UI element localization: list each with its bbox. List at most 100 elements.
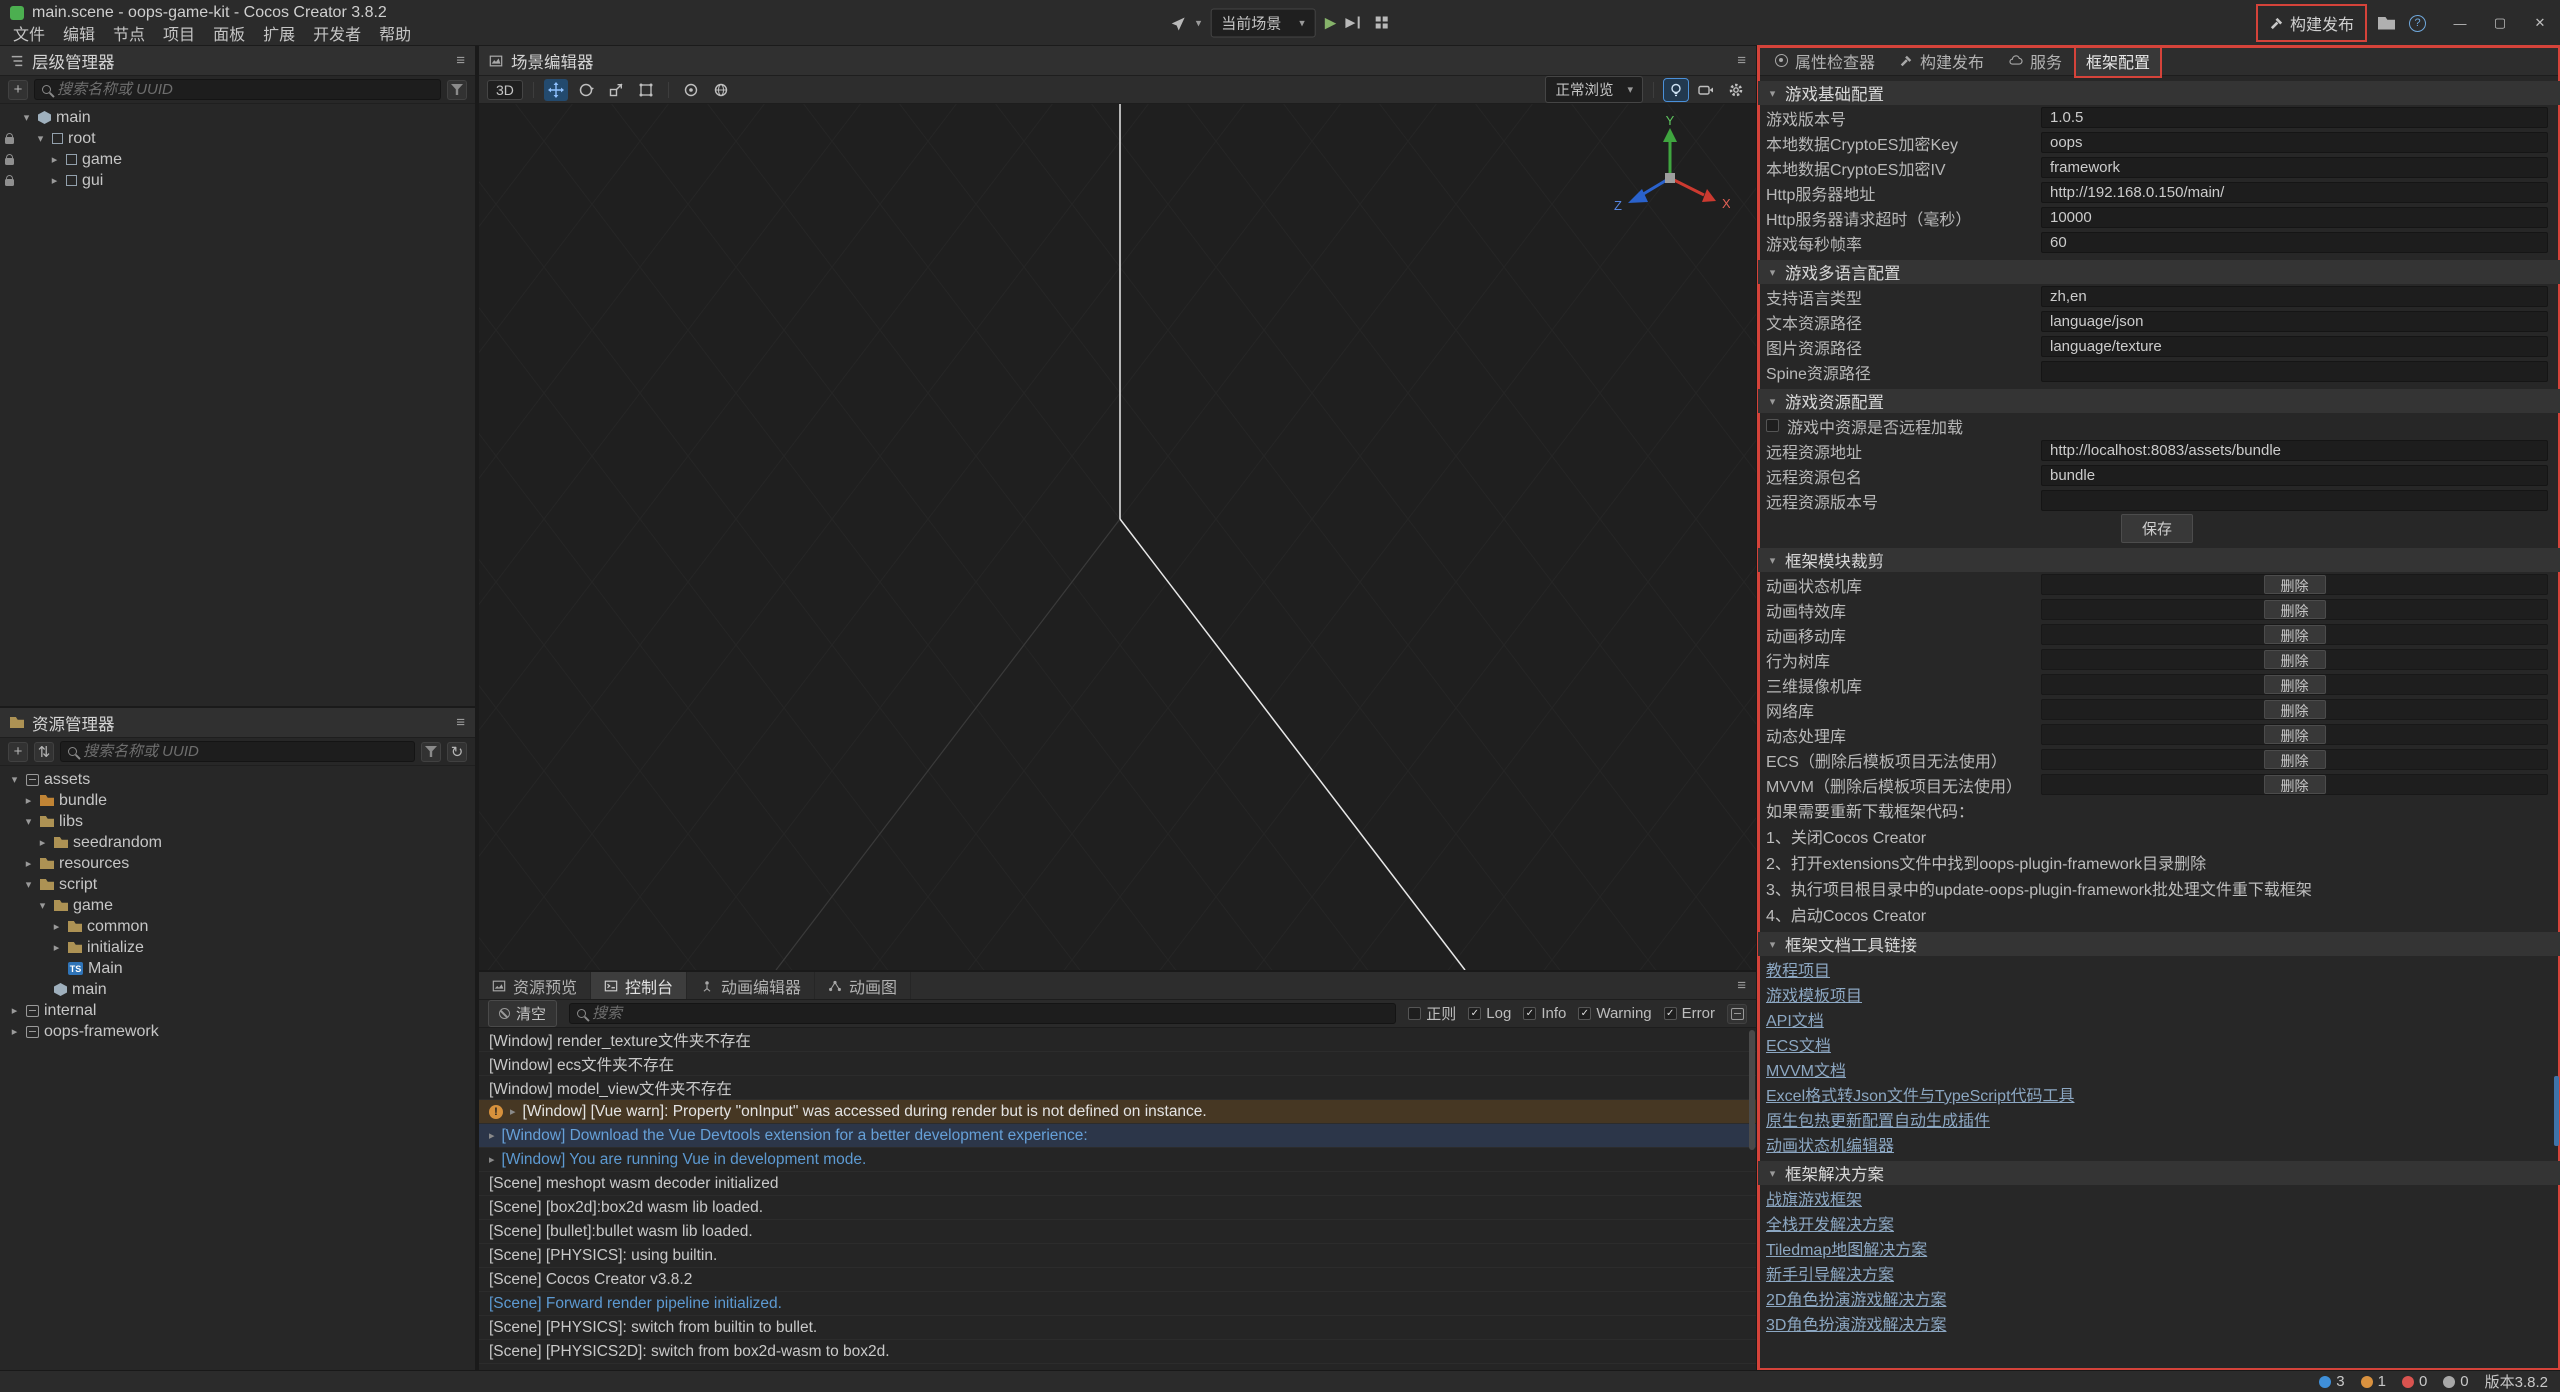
collapse-identical-icon[interactable] xyxy=(1727,1004,1747,1024)
network-lib-delete-button[interactable]: 删除 xyxy=(2264,700,2326,719)
minimize-button[interactable]: — xyxy=(2440,0,2480,46)
preview-platform-icon[interactable] xyxy=(1171,15,1187,31)
remote-resource-address-input[interactable] xyxy=(2041,440,2548,461)
assets-search-input[interactable] xyxy=(83,743,407,760)
scene-select[interactable]: 当前场景 ▾ xyxy=(1210,8,1316,37)
maximize-button[interactable]: ▢ xyxy=(2480,0,2520,46)
light-toggle-button[interactable] xyxy=(1664,79,1688,101)
tab-console[interactable]: 控制台 xyxy=(591,972,687,999)
section-header-game-resource-config[interactable]: ▾游戏资源配置 xyxy=(1758,389,2560,413)
move-lib-delete-button[interactable]: 删除 xyxy=(2264,625,2326,644)
filter-error[interactable]: Error xyxy=(1664,1005,1715,1022)
chevron-down-icon[interactable]: ▾ xyxy=(22,878,35,891)
log-row[interactable]: !▸[Window] [Vue warn]: Property "onInput… xyxy=(479,1100,1756,1124)
tree-item-oops-framework[interactable]: ▸oops-framework xyxy=(0,1021,475,1042)
text-resource-path-input[interactable] xyxy=(2041,311,2548,332)
http-timeout-input[interactable] xyxy=(2041,207,2548,228)
link-newbie-guide[interactable]: 新手引导解决方案 xyxy=(1766,1261,1894,1285)
log-row[interactable]: [Scene] Forward render pipeline initiali… xyxy=(479,1292,1756,1316)
pivot-toggle-button[interactable] xyxy=(679,79,703,101)
assets-filter-button[interactable] xyxy=(421,742,441,762)
tree-item-libs[interactable]: ▾libs xyxy=(0,811,475,832)
remote-resource-version-input[interactable] xyxy=(2041,490,2548,511)
rect-tool-button[interactable] xyxy=(634,79,658,101)
hierarchy-filter-button[interactable] xyxy=(447,80,467,100)
link-animator-editor[interactable]: 动画状态机编辑器 xyxy=(1766,1132,1894,1156)
log-row[interactable]: [Scene] [box2d]:box2d wasm lib loaded. xyxy=(479,1196,1756,1220)
tree-item-Main[interactable]: TSMain xyxy=(0,958,475,979)
error-counter[interactable]: 0 xyxy=(2402,1373,2427,1390)
link-hot-update-plugin[interactable]: 原生包热更新配置自动生成插件 xyxy=(1766,1107,1990,1131)
play-button[interactable]: ▶ xyxy=(1325,14,1337,32)
log-row[interactable]: [Scene] [PHYSICS2D]: switch from box2d-w… xyxy=(479,1340,1756,1364)
menu-file[interactable]: 文件 xyxy=(4,21,54,45)
animator-lib-delete-button[interactable]: 删除 xyxy=(2264,575,2326,594)
warning-counter[interactable]: 1 xyxy=(2361,1373,2386,1390)
tree-item-game[interactable]: ▸game xyxy=(0,149,475,170)
open-project-folder-icon[interactable] xyxy=(2378,17,2395,30)
link-api-docs[interactable]: API文档 xyxy=(1766,1007,1824,1031)
panel-menu-icon[interactable]: ≡ xyxy=(456,52,465,69)
filter-warning-checkbox[interactable] xyxy=(1578,1007,1591,1020)
hierarchy-searchbox[interactable] xyxy=(34,79,441,100)
filter-log-checkbox[interactable] xyxy=(1468,1007,1481,1020)
filter-info[interactable]: Info xyxy=(1523,1005,1566,1022)
game-fps-input[interactable] xyxy=(2041,232,2548,253)
log-row[interactable]: [Scene] [PHYSICS]: using builtin. xyxy=(479,1244,1756,1268)
chevron-down-icon[interactable]: ▾ xyxy=(36,899,49,912)
tree-item-internal[interactable]: ▸internal xyxy=(0,1000,475,1021)
chevron-right-icon[interactable]: ▸ xyxy=(48,153,61,166)
link-2d-rpg[interactable]: 2D角色扮演游戏解决方案 xyxy=(1766,1286,1946,1310)
filter-log[interactable]: Log xyxy=(1468,1005,1511,1022)
tab-build-publish[interactable]: 构建发布 xyxy=(1888,46,1995,77)
tab-framework-config[interactable]: 框架配置 xyxy=(2075,46,2161,77)
crypto-iv-input[interactable] xyxy=(2041,157,2548,178)
tree-item-common[interactable]: ▸common xyxy=(0,916,475,937)
menu-edit[interactable]: 编辑 xyxy=(54,21,104,45)
menu-extension[interactable]: 扩展 xyxy=(254,21,304,45)
section-header-game-basic-config[interactable]: ▾游戏基础配置 xyxy=(1758,81,2560,105)
link-tutorial-project[interactable]: 教程项目 xyxy=(1766,957,1830,981)
chevron-right-icon[interactable]: ▸ xyxy=(8,1025,21,1038)
add-asset-button[interactable]: + xyxy=(8,742,28,762)
menu-developer[interactable]: 开发者 xyxy=(304,21,370,45)
scale-tool-button[interactable] xyxy=(604,79,628,101)
tab-property-inspector[interactable]: 属性检查器 xyxy=(1764,46,1886,77)
menu-node[interactable]: 节点 xyxy=(104,21,154,45)
expand-arrow-icon[interactable]: ▸ xyxy=(489,1129,495,1142)
space-toggle-button[interactable] xyxy=(709,79,733,101)
tree-item-seedrandom[interactable]: ▸seedrandom xyxy=(0,832,475,853)
preview-platform-caret-icon[interactable]: ▾ xyxy=(1196,16,1202,29)
dynamic-lib-delete-button[interactable]: 删除 xyxy=(2264,725,2326,744)
tree-item-gui[interactable]: ▸gui xyxy=(0,170,475,191)
console-search-input[interactable] xyxy=(592,1005,1388,1022)
http-server-address-input[interactable] xyxy=(2041,182,2548,203)
help-icon[interactable]: ? xyxy=(2409,15,2426,32)
console-scrollbar[interactable] xyxy=(1749,1030,1755,1150)
projection-toggle-button[interactable]: 3D xyxy=(487,80,523,100)
tree-item-resources[interactable]: ▸resources xyxy=(0,853,475,874)
step-button[interactable]: ▶ xyxy=(1345,15,1355,31)
tree-item-assets[interactable]: ▾assets xyxy=(0,769,475,790)
scene-viewport[interactable]: Y X Z xyxy=(479,104,1756,970)
chevron-right-icon[interactable]: ▸ xyxy=(22,857,35,870)
section-header-framework-module-trim[interactable]: ▾框架模块裁剪 xyxy=(1758,548,2560,572)
chevron-down-icon[interactable]: ▾ xyxy=(34,132,47,145)
menu-help[interactable]: 帮助 xyxy=(370,21,420,45)
language-types-input[interactable] xyxy=(2041,286,2548,307)
camera-lib-delete-button[interactable]: 删除 xyxy=(2264,675,2326,694)
tree-item-script[interactable]: ▾script xyxy=(0,874,475,895)
link-game-template-project[interactable]: 游戏模板项目 xyxy=(1766,982,1862,1006)
game-version-input[interactable] xyxy=(2041,107,2548,128)
crypto-key-input[interactable] xyxy=(2041,132,2548,153)
tab-service[interactable]: 服务 xyxy=(1997,46,2073,77)
panel-menu-icon[interactable]: ≡ xyxy=(456,714,465,731)
console-searchbox[interactable] xyxy=(569,1003,1396,1024)
log-row[interactable]: [Window] ecs文件夹不存在 xyxy=(479,1052,1756,1076)
expand-arrow-icon[interactable]: ▸ xyxy=(510,1105,516,1118)
chevron-down-icon[interactable]: ▾ xyxy=(22,815,35,828)
log-row[interactable]: [Scene] [PHYSICS]: switch from builtin t… xyxy=(479,1316,1756,1340)
link-war-chess[interactable]: 战旗游戏框架 xyxy=(1766,1186,1862,1210)
log-row[interactable]: ▸[Window] Download the Vue Devtools exte… xyxy=(479,1124,1756,1148)
filter-warning[interactable]: Warning xyxy=(1578,1005,1651,1022)
